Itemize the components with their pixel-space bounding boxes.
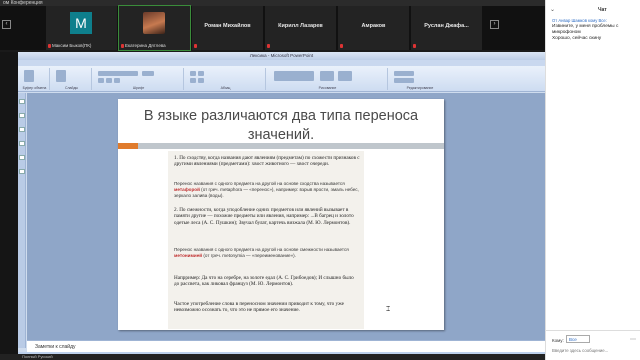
scan-paragraph-4: Перенос названия с одного предмета на др…: [174, 247, 349, 258]
ribbon: Буфер обмена Слайды Шрифт Абзац Рисовани…: [18, 66, 545, 92]
ribbon-group-editing: Редактирование: [390, 68, 450, 90]
chat-header: ⌄ Чат: [546, 6, 640, 14]
underline-icon[interactable]: [114, 78, 120, 83]
ribbon-group-clipboard: Буфер обмена: [20, 68, 50, 90]
scanned-textbook-page: 1. По сходству, когда названия дают явле…: [168, 151, 364, 329]
ribbon-group-font: Шрифт: [94, 68, 184, 90]
screen: ом Конференция ‹ M Максим Быков(ПК) Екат…: [0, 0, 640, 360]
left-panel: [0, 52, 18, 360]
participant-tile-2[interactable]: Екатерина Дятлева: [118, 5, 191, 51]
strip-left-arrow-icon[interactable]: ‹: [2, 20, 11, 29]
chat-message: Хорошо, сейчас скину: [552, 36, 602, 41]
new-slide-icon[interactable]: [56, 70, 66, 82]
participant-tile-6[interactable]: Руслан Джафа...: [411, 6, 482, 50]
ribbon-group-drawing: Рисование: [268, 68, 388, 90]
scan-paragraph-2: Перенос названия с одного предмета на др…: [174, 181, 359, 198]
participant-tile-4[interactable]: Кирилл Лазарев: [265, 6, 336, 50]
font-name-select[interactable]: [98, 71, 138, 76]
chat-title: Чат: [598, 7, 607, 13]
participant-tile-1[interactable]: M Максим Быков(ПК): [46, 6, 117, 50]
bottom-bar-text: Полный Русский: [22, 354, 53, 359]
bold-icon[interactable]: [98, 78, 104, 83]
ribbon-group-paragraph: Абзац: [186, 68, 266, 90]
mic-muted-icon: [121, 44, 124, 48]
mouse-cursor-icon: ⌶: [386, 306, 391, 313]
participant-tile-5[interactable]: Амраков: [338, 6, 409, 50]
slide-notes-field[interactable]: Заметки к слайду: [27, 340, 545, 352]
scan-paragraph-5: Напрример: Да что на серебре, на золоте …: [174, 275, 354, 288]
scan-paragraph-3: 2. По смежности, когда уподобление одних…: [174, 207, 354, 226]
participant-name: Руслан Джафа...: [424, 23, 469, 29]
highlighted-term: метонимией: [174, 253, 203, 258]
numbering-icon[interactable]: [198, 71, 204, 76]
replace-icon[interactable]: [394, 78, 414, 83]
slide-thumbnail[interactable]: [19, 155, 25, 160]
scan-paragraph-6: Частое употребление слова в переносном з…: [174, 301, 344, 314]
avatar: M: [70, 12, 92, 34]
mic-muted-icon: [194, 44, 197, 48]
mic-muted-icon: [48, 44, 51, 48]
chat-recipient-select[interactable]: Все: [566, 335, 590, 343]
shapes-gallery[interactable]: [274, 71, 314, 81]
slide-thumbnail[interactable]: [19, 127, 25, 132]
slide-thumbnail[interactable]: [19, 113, 25, 118]
more-options-icon[interactable]: ⋯: [630, 336, 636, 343]
mic-muted-icon: [267, 44, 270, 48]
bullets-icon[interactable]: [190, 71, 196, 76]
slide-thumbnail[interactable]: [19, 141, 25, 146]
participant-name: Максим Быков(ПК): [52, 43, 92, 48]
participant-name: Амраков: [361, 23, 386, 29]
highlighted-term: метафорой: [174, 187, 200, 192]
divider-bar: [138, 143, 444, 149]
slide-thumbnail[interactable]: [19, 169, 25, 174]
participant-tile-3[interactable]: Роман Михайлов: [192, 6, 263, 50]
participant-strip: ‹ M Максим Быков(ПК) Екатерина Дятлева Р…: [0, 5, 545, 51]
strip-right-arrow-icon[interactable]: ›: [490, 20, 499, 29]
italic-icon[interactable]: [106, 78, 112, 83]
quick-styles-icon[interactable]: [338, 71, 352, 81]
participant-name: Роман Михайлов: [204, 23, 251, 29]
chevron-down-icon[interactable]: ⌄: [550, 6, 555, 13]
mic-muted-icon: [413, 44, 416, 48]
avatar-photo: [143, 12, 165, 34]
chat-recipient-label: Кому:: [552, 338, 564, 343]
slide[interactable]: В языке различаются два типа переноса зн…: [118, 99, 444, 330]
bottom-bar: Полный Русский: [0, 354, 545, 360]
chat-message-input[interactable]: [552, 346, 638, 355]
slide-thumbnail[interactable]: [19, 99, 25, 104]
accent-bar: [118, 143, 138, 149]
chat-footer: Кому: Все ⋯: [546, 330, 640, 360]
participant-name: Кирилл Лазарев: [278, 23, 323, 29]
chat-panel: ⌄ Чат От Анвар Шамков кому Все: Извините…: [545, 0, 640, 360]
ribbon-group-slides: Слайды: [52, 68, 92, 90]
paste-icon[interactable]: [24, 70, 34, 82]
find-icon[interactable]: [394, 71, 414, 76]
mic-muted-icon: [340, 44, 343, 48]
align-center-icon[interactable]: [198, 78, 204, 83]
arrange-icon[interactable]: [320, 71, 334, 81]
chat-message: Извините, у меня проблемы с микрофоном: [552, 24, 619, 35]
slide-title[interactable]: В языке различаются два типа переноса зн…: [118, 107, 444, 145]
ppt-window-title: Лексика - Microsoft PowerPoint: [18, 52, 545, 60]
font-size-select[interactable]: [142, 71, 154, 76]
scan-paragraph-1: 1. По сходству, когда названия дают явле…: [174, 155, 360, 168]
shared-screen-powerpoint: Лексика - Microsoft PowerPoint Главная В…: [18, 52, 545, 360]
participant-name: Екатерина Дятлева: [125, 43, 166, 48]
slides-panel: [18, 93, 26, 348]
align-left-icon[interactable]: [190, 78, 196, 83]
